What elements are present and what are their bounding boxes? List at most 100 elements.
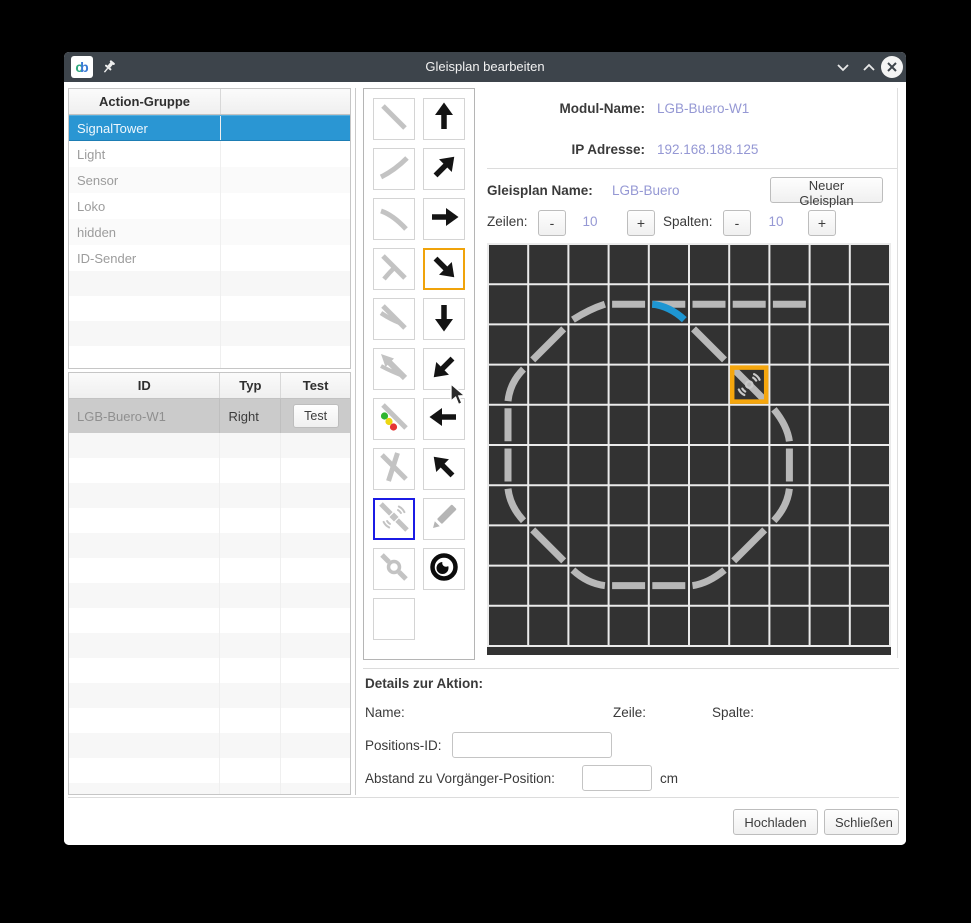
track-switch-b-icon: [376, 299, 412, 340]
header-divider: [487, 168, 897, 169]
abstand-input[interactable]: [582, 765, 652, 791]
sensor-icon: [376, 549, 412, 590]
empty-row: [69, 583, 350, 608]
empty-row: [69, 508, 350, 533]
action-group-label: Loko: [69, 193, 221, 219]
tool-track-switch-arrow[interactable]: [373, 348, 415, 390]
empty-row: [69, 608, 350, 633]
table-header-row: IDTypTest: [69, 373, 350, 399]
tool-arrow-up-left[interactable]: [423, 448, 465, 490]
column-header-test: Test: [281, 373, 350, 398]
track-crossing-icon: [376, 449, 412, 490]
tool-signal-tower[interactable]: [373, 398, 415, 440]
new-gleisplan-button[interactable]: Neuer Gleisplan: [770, 177, 883, 203]
tool-palette: [363, 88, 475, 660]
ip-address-value: 192.168.188.125: [657, 142, 758, 157]
maximize-icon[interactable]: [862, 63, 876, 72]
typ-cell: Right: [220, 399, 281, 433]
action-group-row-hidden[interactable]: hidden: [69, 219, 350, 245]
zeilen-plus-button[interactable]: +: [627, 210, 655, 236]
tool-pencil[interactable]: [423, 498, 465, 540]
action-group-label: SignalTower: [69, 116, 221, 140]
ip-address-label: IP Adresse:: [487, 142, 645, 157]
empty-row: [69, 346, 350, 369]
zeilen-label: Zeilen:: [487, 214, 528, 229]
tool-arrow-right[interactable]: [423, 198, 465, 240]
spalten-plus-button[interactable]: +: [808, 210, 836, 236]
tool-id-sender[interactable]: [373, 498, 415, 540]
arrow-up-right-icon: [426, 149, 462, 190]
details-divider: [363, 668, 899, 669]
upload-button[interactable]: Hochladen: [733, 809, 818, 835]
action-group-row-signaltower[interactable]: SignalTower: [69, 115, 350, 141]
zeilen-value: 10: [570, 214, 610, 229]
detail-name-label: Name:: [365, 705, 405, 720]
abstand-label: Abstand zu Vorgänger-Position:: [365, 771, 555, 786]
minimize-icon[interactable]: [836, 63, 850, 72]
column-header-id: ID: [69, 373, 220, 398]
id-table-row[interactable]: LGB-Buero-W1RightTest: [69, 399, 350, 433]
track-plan-canvas[interactable]: [487, 243, 891, 655]
arrow-down-icon: [426, 299, 462, 340]
empty-row: [69, 533, 350, 558]
gleisplan-name-label: Gleisplan Name:: [487, 183, 593, 198]
track-switch-arrow-icon: [376, 349, 412, 390]
empty-row: [69, 658, 350, 683]
close-button[interactable]: [881, 56, 903, 78]
empty-row: [69, 683, 350, 708]
panel-separator: [355, 88, 356, 795]
tool-track-crossing[interactable]: [373, 448, 415, 490]
zeilen-minus-button[interactable]: -: [538, 210, 566, 236]
tool-track-switch-a[interactable]: [373, 248, 415, 290]
tool-empty[interactable]: [373, 598, 415, 640]
table-header-row: Action-Gruppe: [69, 89, 350, 115]
empty-row: [69, 733, 350, 758]
titlebar[interactable]: cb Gleisplan bearbeiten: [64, 52, 906, 82]
tool-sensor[interactable]: [373, 548, 415, 590]
track-switch-a-icon: [376, 249, 412, 290]
empty-row: [69, 633, 350, 658]
positions-id-input[interactable]: [452, 732, 612, 758]
action-group-row-loko[interactable]: Loko: [69, 193, 350, 219]
mouse-cursor: [450, 383, 470, 409]
id-table: IDTypTestLGB-Buero-W1RightTest: [68, 372, 351, 795]
test-cell: Test: [281, 399, 350, 433]
close-dialog-button[interactable]: Schließen: [824, 809, 899, 835]
tool-track-curve-down[interactable]: [373, 198, 415, 240]
modul-name-value: LGB-Buero-W1: [657, 101, 749, 116]
empty-row: [69, 321, 350, 346]
tool-eye[interactable]: [423, 548, 465, 590]
tool-arrow-up-right[interactable]: [423, 148, 465, 190]
action-group-row-sensor[interactable]: Sensor: [69, 167, 350, 193]
tool-arrow-down-right[interactable]: [423, 248, 465, 290]
tool-track-diagonal[interactable]: [373, 98, 415, 140]
arrow-up-icon: [426, 99, 462, 140]
pencil-icon: [426, 499, 462, 540]
column-header-typ: Typ: [220, 373, 281, 398]
empty-row: [69, 433, 350, 458]
details-title: Details zur Aktion:: [365, 676, 483, 691]
action-group-label: Sensor: [69, 167, 221, 193]
abstand-unit-label: cm: [660, 771, 678, 786]
tool-track-curve-up[interactable]: [373, 148, 415, 190]
action-group-row-id-sender[interactable]: ID-Sender: [69, 245, 350, 271]
empty-icon: [376, 599, 412, 640]
positions-id-label: Positions-ID:: [365, 738, 442, 753]
window-title: Gleisplan bearbeiten: [64, 52, 906, 82]
modul-name-label: Modul-Name:: [487, 101, 645, 116]
empty-row: [69, 783, 350, 795]
empty-row: [69, 271, 350, 296]
desktop-background: cb Gleisplan bearbeiten: [0, 0, 971, 923]
empty-row: [69, 558, 350, 583]
track-curve-down-icon: [376, 199, 412, 240]
signal-tower-icon: [376, 399, 412, 440]
test-button[interactable]: Test: [293, 404, 339, 428]
arrow-up-left-icon: [426, 449, 462, 490]
spalten-minus-button[interactable]: -: [723, 210, 751, 236]
tool-track-switch-b[interactable]: [373, 298, 415, 340]
arrow-right-icon: [426, 199, 462, 240]
arrow-down-right-icon: [426, 249, 462, 290]
tool-arrow-up[interactable]: [423, 98, 465, 140]
action-group-row-light[interactable]: Light: [69, 141, 350, 167]
tool-arrow-down[interactable]: [423, 298, 465, 340]
